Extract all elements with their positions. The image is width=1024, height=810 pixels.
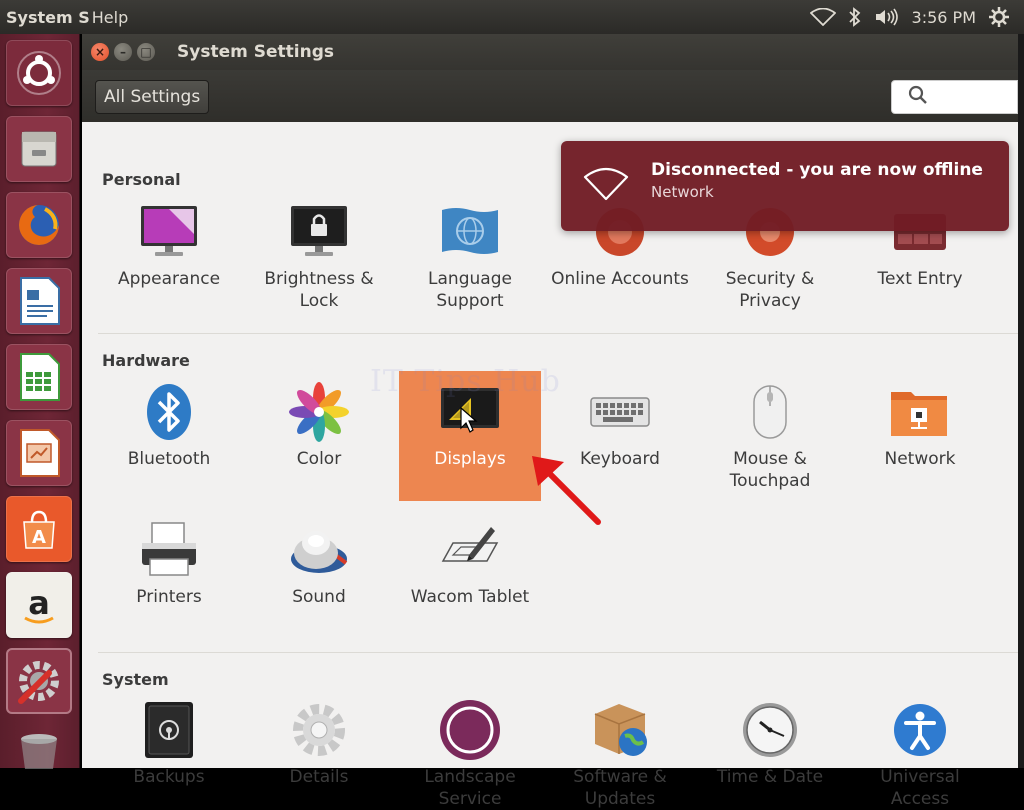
item-wacom-tablet[interactable]: Wacom Tablet xyxy=(399,518,541,608)
item-label: Appearance xyxy=(117,269,221,289)
separator xyxy=(98,333,1018,334)
clock[interactable]: 3:56 PM xyxy=(912,8,976,27)
item-label: Language Support xyxy=(428,269,512,311)
mouse-icon xyxy=(738,380,802,444)
wacom-tablet-icon xyxy=(438,518,502,582)
watermark: IT Tips Hub xyxy=(370,364,561,399)
language-support-icon xyxy=(438,200,502,264)
item-brightness-lock[interactable]: Brightness & Lock xyxy=(248,200,390,312)
software-updates-icon xyxy=(588,698,652,762)
item-label: Bluetooth xyxy=(127,449,211,469)
wifi-disconnected-icon xyxy=(583,167,629,205)
item-appearance[interactable]: Appearance xyxy=(98,200,240,290)
minimize-button[interactable]: – xyxy=(114,43,132,61)
svg-text:A: A xyxy=(32,527,46,548)
software-center-icon[interactable]: A xyxy=(6,496,72,562)
writer-icon[interactable] xyxy=(6,268,72,334)
item-color[interactable]: Color xyxy=(248,380,390,470)
dash-home-icon[interactable] xyxy=(6,40,72,106)
impress-icon[interactable] xyxy=(6,420,72,486)
screen-edge xyxy=(1018,34,1024,768)
trash-icon[interactable] xyxy=(6,718,72,784)
bluetooth-indicator-icon[interactable] xyxy=(848,7,862,27)
svg-text:a: a xyxy=(28,584,50,622)
printer-icon xyxy=(137,518,201,582)
backups-icon xyxy=(137,698,201,762)
brightness-lock-icon xyxy=(287,200,351,264)
item-label: Brightness & Lock xyxy=(264,269,374,311)
item-sound[interactable]: Sound xyxy=(248,518,390,608)
item-label: Online Accounts xyxy=(551,269,689,289)
item-mouse-touchpad[interactable]: Mouse & Touchpad xyxy=(699,380,841,492)
app-menu-title[interactable]: System S xyxy=(6,8,90,27)
clock-icon xyxy=(738,698,802,762)
item-language-support[interactable]: Language Support xyxy=(399,200,541,312)
all-settings-button[interactable]: All Settings xyxy=(95,80,210,114)
item-label: Security & Privacy xyxy=(725,269,815,311)
item-label: Mouse & Touchpad xyxy=(729,449,811,491)
item-network[interactable]: Network xyxy=(849,380,991,470)
item-label: Backups xyxy=(133,767,205,787)
calc-icon[interactable] xyxy=(6,344,72,410)
item-universal-access[interactable]: Universal Access xyxy=(849,698,991,810)
app-menu: System S Help xyxy=(0,8,128,27)
item-label: Text Entry xyxy=(877,269,963,289)
appearance-icon xyxy=(137,200,201,264)
section-title-system: System xyxy=(102,670,169,689)
network-icon xyxy=(888,380,952,444)
search-input[interactable] xyxy=(934,89,1024,105)
item-backups[interactable]: Backups xyxy=(98,698,240,788)
item-bluetooth[interactable]: Bluetooth xyxy=(98,380,240,470)
section-title-personal: Personal xyxy=(102,170,181,189)
system-settings-icon[interactable] xyxy=(6,648,72,714)
wifi-icon[interactable] xyxy=(809,8,836,26)
universal-access-icon xyxy=(888,698,952,762)
session-gear-icon[interactable] xyxy=(988,6,1010,28)
notification-title: Disconnected - you are now offline xyxy=(651,160,983,180)
item-label: Time & Date xyxy=(716,767,824,787)
help-menu[interactable]: Help xyxy=(92,8,128,27)
item-printers[interactable]: Printers xyxy=(98,518,240,608)
volume-icon[interactable] xyxy=(874,7,900,27)
keyboard-icon xyxy=(588,380,652,444)
toolbar: All Settings xyxy=(82,70,1024,122)
window-title: System Settings xyxy=(177,42,334,62)
indicator-area: 3:56 PM xyxy=(809,6,1024,28)
color-icon xyxy=(287,380,351,444)
landscape-icon xyxy=(438,698,502,762)
sound-icon xyxy=(287,518,351,582)
notification-body: Network xyxy=(651,183,714,201)
item-software-updates[interactable]: Software & Updates xyxy=(549,698,691,810)
item-label: Network xyxy=(884,449,956,469)
item-label: Details xyxy=(289,767,349,787)
item-label: Printers xyxy=(136,587,202,607)
titlebar: × – □ System Settings xyxy=(82,34,1018,70)
amazon-icon[interactable]: a xyxy=(6,572,72,638)
item-label: Wacom Tablet xyxy=(410,587,530,607)
search-icon xyxy=(908,85,928,109)
item-landscape-service[interactable]: Landscape Service xyxy=(399,698,541,810)
separator xyxy=(98,652,1018,653)
item-label: Landscape Service xyxy=(424,767,516,809)
item-label: Color xyxy=(296,449,342,469)
search-field[interactable] xyxy=(891,80,1024,114)
item-time-date[interactable]: Time & Date xyxy=(699,698,841,788)
item-label: Sound xyxy=(292,587,346,607)
launcher: A a xyxy=(0,34,80,769)
files-icon[interactable] xyxy=(6,116,72,182)
item-label: Software & Updates xyxy=(573,767,667,809)
item-label: Universal Access xyxy=(880,767,960,809)
firefox-icon[interactable] xyxy=(6,192,72,258)
maximize-button[interactable]: □ xyxy=(137,43,155,61)
item-details[interactable]: Details xyxy=(248,698,390,788)
top-panel: System S Help 3:56 PM xyxy=(0,0,1024,34)
details-icon xyxy=(287,698,351,762)
annotation-arrow xyxy=(528,450,608,534)
bluetooth-icon xyxy=(137,380,201,444)
item-label: Displays xyxy=(434,449,506,469)
network-notification: Disconnected - you are now offline Netwo… xyxy=(561,141,1009,231)
close-button[interactable]: × xyxy=(91,43,109,61)
section-title-hardware: Hardware xyxy=(102,351,190,370)
